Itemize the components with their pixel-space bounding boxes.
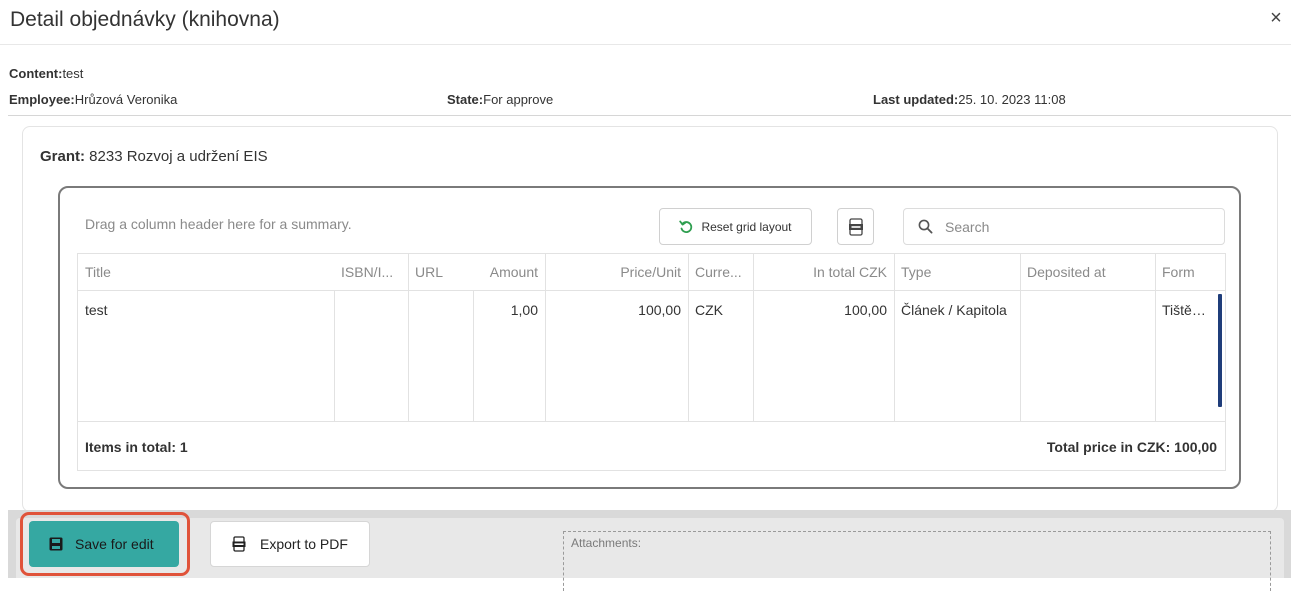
last-updated-value: 25. 10. 2023 11:08 [958,92,1066,107]
column-header-deposited-at[interactable]: Deposited at [1020,254,1155,290]
column-divider [688,254,689,290]
last-updated-info: Last updated:25. 10. 2023 11:08 [873,92,1066,107]
cell-url [408,290,473,330]
column-header-price-unit[interactable]: Price/Unit [545,254,688,290]
column-header-amount[interactable]: Amount [473,254,545,290]
state-info: State:For approve [447,92,553,107]
column-header-title[interactable]: Title [78,254,334,290]
column-divider [408,254,409,290]
export-xlsx-button[interactable] [837,208,874,245]
employee-label: Employee: [9,92,75,107]
export-to-pdf-button[interactable]: Export to PDF [210,521,370,567]
group-panel-hint[interactable]: Drag a column header here for a summary. [85,216,352,232]
save-for-edit-button[interactable]: Save for edit [29,521,179,567]
excel-export-icon [848,217,863,236]
items-total-summary: Items in total: 1 [85,439,188,455]
cell-form: Tištěná... [1162,302,1218,318]
header-divider [0,44,1291,45]
reset-grid-layout-label: Reset grid layout [701,219,792,234]
close-button[interactable]: × [1265,8,1287,30]
reset-icon [679,220,693,233]
cell-currency: CZK [695,302,723,318]
save-for-edit-label: Save for edit [75,536,154,552]
column-header-isbn[interactable]: ISBN/I... [334,254,408,290]
attachments-dropzone[interactable] [563,531,1271,591]
column-divider [753,254,754,290]
column-divider [1155,254,1156,290]
content-info: Content:test [9,66,83,81]
export-to-pdf-label: Export to PDF [260,536,348,552]
close-icon: × [1270,7,1282,29]
search-box[interactable] [903,208,1225,245]
state-label: State: [447,92,484,107]
employee-value: Hrůzová Veronika [74,92,178,107]
grant-label: Grant: [40,148,85,165]
cell-isbn [334,290,408,330]
grant-value: 8233 Rozvoj a udržení EIS [89,148,268,165]
cell-amount: 1,00 [510,302,538,318]
cell-total-czk: 100,00 [844,302,887,318]
column-divider [894,254,895,290]
column-header-url[interactable]: URL [408,254,473,290]
grant-heading: Grant: 8233 Rozvoj a udržení EIS [40,148,268,165]
column-divider [1020,254,1021,290]
cell-price-unit: 100,00 [638,302,681,318]
cell-title: test [85,302,108,318]
search-input[interactable] [943,217,1197,236]
vertical-scrollbar[interactable] [1218,294,1222,407]
info-divider [8,115,1291,116]
column-header-total-czk[interactable]: In total CZK [753,254,894,290]
total-price-summary: Total price in CZK: 100,00 [1046,439,1217,455]
column-divider [545,254,546,290]
column-header-form[interactable]: Form [1155,254,1225,290]
pdf-icon [232,536,246,552]
items-table: Title ISBN/I... URL Amount Price/Unit Cu… [77,253,1226,471]
column-header-type[interactable]: Type [894,254,1020,290]
cell-deposited-at [1020,290,1155,330]
save-icon [49,537,63,551]
column-header-currency[interactable]: Curre... [688,254,753,290]
reset-grid-layout-button[interactable]: Reset grid layout [659,208,812,245]
dialog-title: Detail objednávky (knihovna) [10,8,280,31]
search-icon [918,219,933,234]
cell-type: Článek / Kapitola [901,302,1007,318]
content-label: Content: [9,66,63,81]
last-updated-label: Last updated: [873,92,959,107]
content-value: test [62,66,84,81]
state-value: For approve [483,92,554,107]
employee-info: Employee:Hrůzová Veronika [9,92,177,107]
attachments-label: Attachments: [571,536,642,550]
